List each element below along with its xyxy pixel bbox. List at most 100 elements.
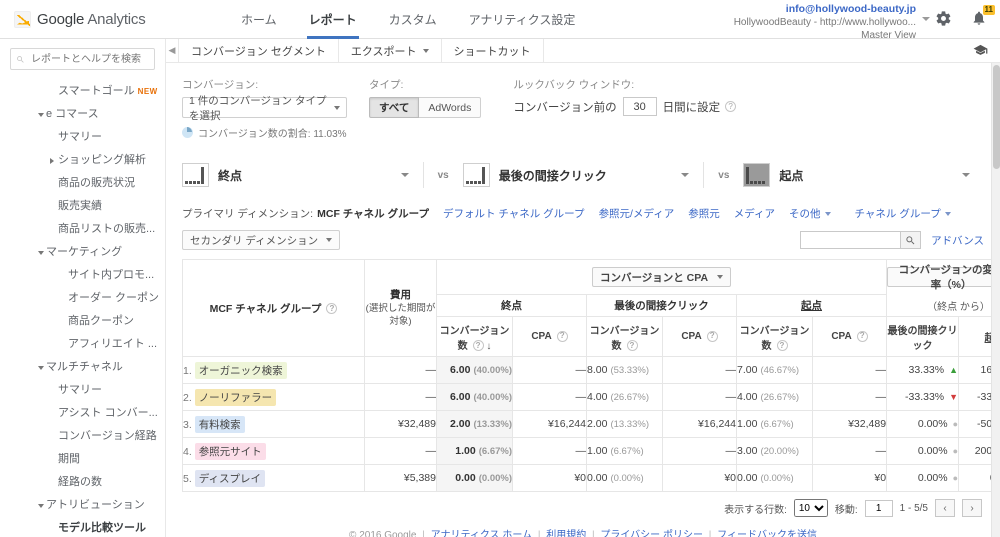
- sort-descending-icon[interactable]: ↓: [486, 341, 491, 352]
- search-input[interactable]: [29, 52, 149, 66]
- channel-label[interactable]: ディスプレイ: [194, 469, 265, 487]
- model-selector-1[interactable]: 終点: [182, 163, 423, 187]
- channel-label[interactable]: オーガニック検索: [194, 361, 287, 379]
- footer-link-terms[interactable]: 利用規約: [546, 530, 586, 537]
- th-cost[interactable]: 費用 (選択した期間が対象): [364, 259, 437, 357]
- th-cpa-model-3[interactable]: CPA?: [811, 316, 888, 357]
- conversion-type-select[interactable]: 1 件のコンバージョン タイプを選択: [182, 95, 347, 122]
- bell-icon[interactable]: 11: [966, 5, 995, 31]
- sidebar-item-path-length[interactable]: 経路の数: [0, 471, 165, 494]
- sidebar-group-marketing[interactable]: マーケティング: [0, 241, 165, 264]
- conversion-segment-button[interactable]: コンバージョン セグメント: [179, 39, 339, 62]
- dimension-link-other[interactable]: その他: [789, 206, 831, 221]
- question-mark-icon[interactable]: ?: [556, 330, 568, 342]
- table-row[interactable]: 1. オーガニック検索 — 6.00 (40.00%) — 8.00 (53.33%…: [182, 356, 1000, 384]
- dimension-link-medium[interactable]: メディア: [734, 206, 775, 221]
- table-row[interactable]: 4. 参照元サイト — 1.00 (6.67%) — 1.00 (6.67%) — …: [182, 437, 1000, 465]
- model-selector-3[interactable]: 起点: [743, 163, 984, 187]
- th-cpa-model-1[interactable]: CPA?: [512, 316, 587, 357]
- chevron-down-icon[interactable]: [400, 173, 409, 177]
- chevron-down-icon: [824, 212, 831, 217]
- table-row[interactable]: 5. ディスプレイ ¥5,389 0.00 (0.00%) ¥0 0.00 (0.0…: [182, 464, 1000, 492]
- nav-custom[interactable]: カスタム: [373, 0, 453, 39]
- dimension-link-channel-grouping[interactable]: チャネル グループ: [855, 206, 951, 221]
- sidebar-item-model-comparison-tool[interactable]: モデル比較ツール: [0, 517, 165, 537]
- chevron-down-icon[interactable]: [961, 173, 970, 177]
- nav-home[interactable]: ホーム: [225, 0, 293, 39]
- channel-label[interactable]: 有料検索: [194, 415, 245, 433]
- export-button[interactable]: エクスポート: [339, 39, 442, 62]
- percent: (13.33%): [610, 419, 649, 430]
- type-option-adwords[interactable]: AdWords: [419, 97, 482, 118]
- type-option-all[interactable]: すべて: [369, 97, 420, 118]
- sidebar-item-affiliate[interactable]: アフィリエイト ...: [0, 333, 165, 356]
- shortcut-button[interactable]: ショートカット: [442, 39, 544, 62]
- sidebar-item-product-list-performance[interactable]: 商品リストの販売...: [0, 218, 165, 241]
- table-search-input[interactable]: [800, 231, 901, 249]
- sidebar-item-product-performance[interactable]: 商品の販売状況: [0, 172, 165, 195]
- sidebar-item-internal-promotion[interactable]: サイト内プロモ...: [0, 264, 165, 287]
- sidebar-item-order-coupon[interactable]: オーダー クーポン: [0, 287, 165, 310]
- th-conversions-model-3[interactable]: コンバージョン数?: [736, 316, 813, 357]
- graduation-cap-icon[interactable]: [973, 43, 988, 61]
- metric-selector[interactable]: コンバージョンと CPA: [591, 267, 732, 287]
- lookback-days-input[interactable]: [622, 97, 657, 116]
- search-icon[interactable]: [900, 231, 922, 249]
- footer-link-feedback[interactable]: フィードバックを送信: [717, 530, 817, 537]
- collapse-panel-icon[interactable]: ◀: [166, 39, 179, 62]
- table-row[interactable]: 2. ノーリファラー — 6.00 (40.00%) — 4.00 (26.67%)…: [182, 383, 1000, 411]
- question-mark-icon[interactable]: ?: [626, 340, 638, 352]
- footer-link-privacy[interactable]: プライバシー ポリシー: [600, 530, 703, 537]
- account-selector[interactable]: info@hollywood-beauty.jp HollywoodBeauty…: [734, 3, 930, 42]
- dimension-link-source-medium[interactable]: 参照元/メディア: [599, 206, 675, 221]
- th-change-vs-model-2[interactable]: 最後の間接クリック: [886, 316, 960, 357]
- sidebar-item-assisted-conversions[interactable]: アシスト コンバー...: [0, 402, 165, 425]
- channel-label[interactable]: ノーリファラー: [194, 388, 277, 406]
- question-mark-icon[interactable]: ?: [856, 330, 868, 342]
- sidebar-group-multichannel[interactable]: マルチチャネル: [0, 356, 165, 379]
- sidebar-item-mcf-summary[interactable]: サマリー: [0, 379, 165, 402]
- sidebar-item-smart-goals[interactable]: スマートゴール NEW: [0, 80, 165, 103]
- cell-cpa-model-2: —: [662, 437, 737, 465]
- sidebar-item-ecommerce-summary[interactable]: サマリー: [0, 126, 165, 149]
- vertical-scrollbar[interactable]: [991, 63, 1000, 537]
- th-mcf-channel-group[interactable]: MCF チャネル グループ?: [182, 259, 365, 357]
- nav-reports[interactable]: レポート: [293, 0, 373, 39]
- row-index-channel: 2. ノーリファラー: [182, 383, 365, 411]
- th-conversions-model-1[interactable]: コンバージョン数? ↓: [436, 316, 513, 357]
- th-conversions-model-2[interactable]: コンバージョン数?: [586, 316, 663, 357]
- table-row[interactable]: 3. 有料検索 ¥32,489 2.00 (13.33%) ¥16,244 2.0…: [182, 410, 1000, 438]
- rows-per-page-select[interactable]: 10: [793, 499, 828, 517]
- sidebar-item-conversion-paths[interactable]: コンバージョン経路: [0, 425, 165, 448]
- scrollbar-thumb[interactable]: [993, 65, 1000, 169]
- chevron-down-icon[interactable]: [681, 173, 690, 177]
- footer-link-analytics-home[interactable]: アナリティクス ホーム: [431, 530, 532, 537]
- question-mark-icon[interactable]: ?: [706, 330, 718, 342]
- model-name: 最後の間接クリック: [498, 168, 607, 183]
- question-mark-icon[interactable]: ?: [326, 303, 338, 315]
- dimension-link-default-channel-grouping[interactable]: デフォルト チャネル グループ: [443, 206, 585, 221]
- chevron-left-icon[interactable]: ‹: [935, 499, 955, 517]
- channel-label[interactable]: 参照元サイト: [194, 442, 266, 460]
- sidebar-search[interactable]: [10, 48, 155, 70]
- change-metric-selector[interactable]: コンバージョンの変化率（%）: [887, 264, 1000, 291]
- question-mark-icon[interactable]: ?: [776, 340, 788, 352]
- sidebar-item-product-coupon[interactable]: 商品クーポン: [0, 310, 165, 333]
- sidebar-item-time-lag[interactable]: 期間: [0, 448, 165, 471]
- gear-icon[interactable]: [930, 5, 956, 31]
- model-selector-2[interactable]: 最後の間接クリック: [462, 163, 704, 187]
- sidebar-group-attribution[interactable]: アトリビューション: [0, 494, 165, 517]
- sidebar-group-ecommerce[interactable]: e コマース: [0, 103, 165, 126]
- dimension-link-source[interactable]: 参照元: [688, 206, 720, 221]
- question-mark-icon[interactable]: ?: [725, 101, 737, 112]
- nav-admin[interactable]: アナリティクス設定: [453, 0, 592, 39]
- goto-page-input[interactable]: [864, 499, 893, 517]
- question-mark-icon[interactable]: ?: [472, 340, 484, 352]
- chevron-right-icon[interactable]: ›: [962, 499, 982, 517]
- th-cpa-model-2[interactable]: CPA?: [662, 316, 737, 357]
- google-analytics-logo[interactable]: Google Analytics: [0, 10, 225, 28]
- sidebar-item-sales-performance[interactable]: 販売実績: [0, 195, 165, 218]
- secondary-dimension-select[interactable]: セカンダリ ディメンション: [182, 230, 341, 250]
- advanced-filter-link[interactable]: アドバンス: [931, 233, 984, 248]
- sidebar-item-shopping-analysis[interactable]: ショッピング解析: [0, 149, 165, 172]
